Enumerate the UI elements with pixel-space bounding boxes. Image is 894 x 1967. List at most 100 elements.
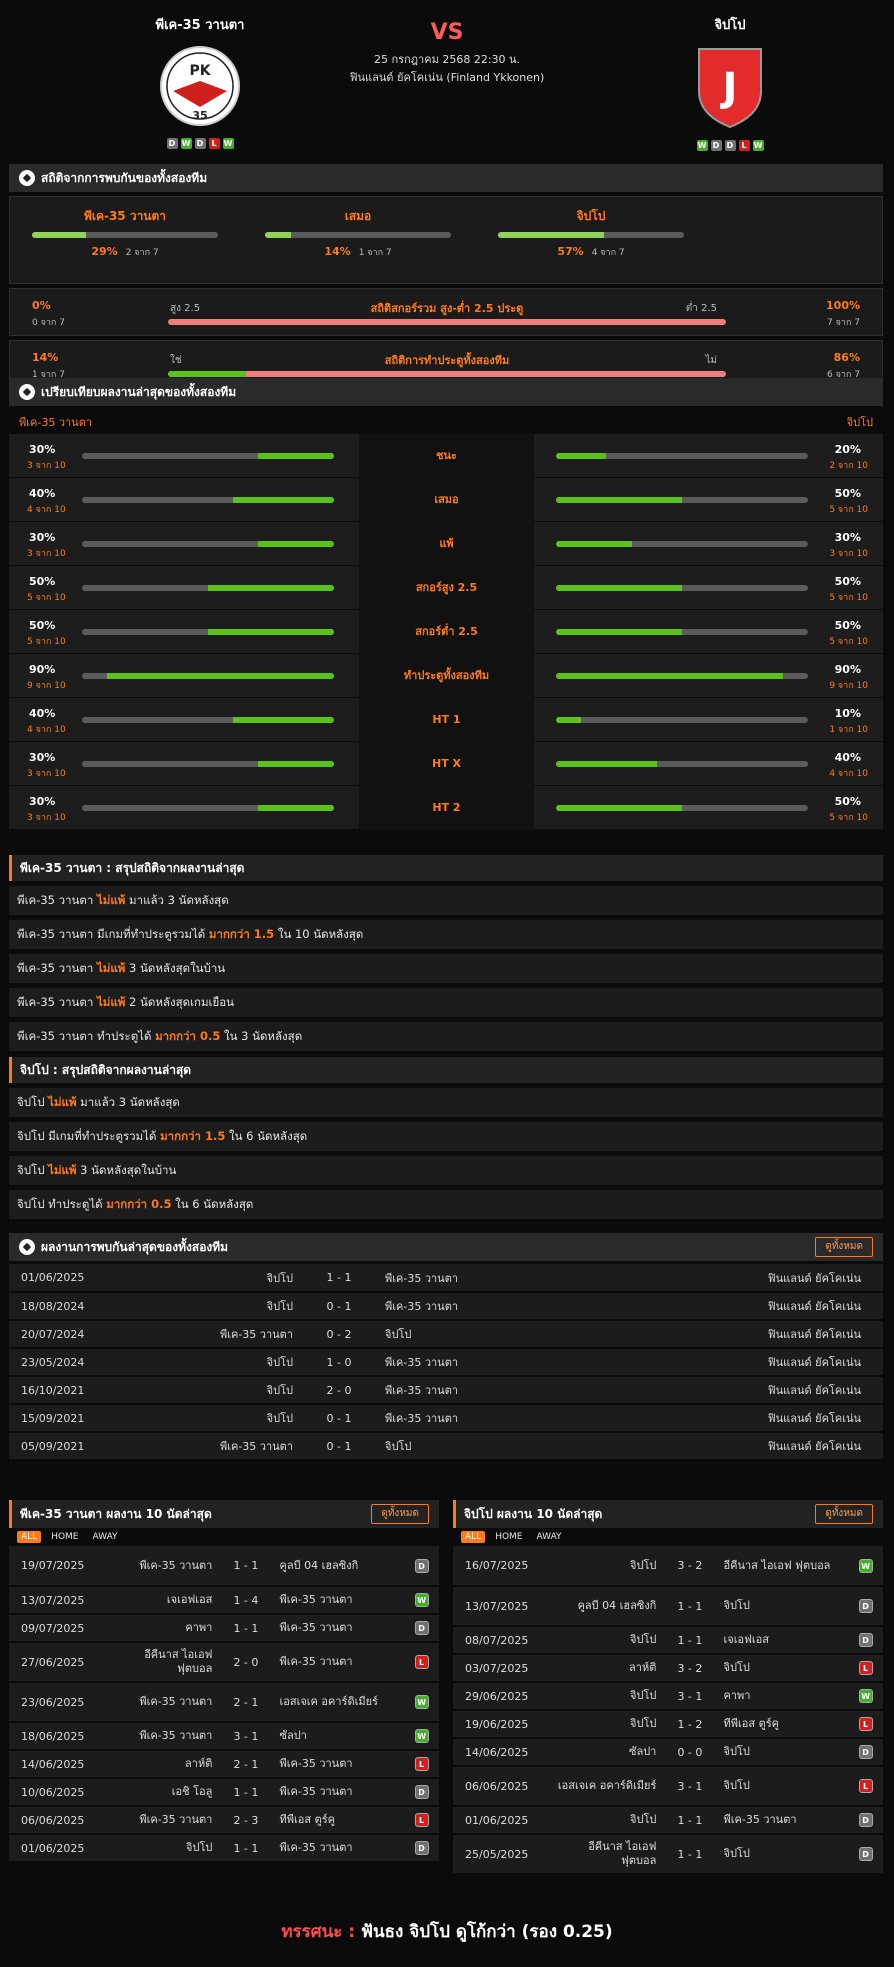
compare-away-fill: [556, 585, 682, 591]
compare-away-bar: [556, 497, 808, 503]
away-team-name: คาพา: [723, 1689, 751, 1702]
filter-tab-home[interactable]: HOME: [47, 1531, 82, 1543]
filter-tab-all[interactable]: ALL: [17, 1531, 42, 1543]
h2h-match-row[interactable]: 01/06/2025 จิปโป 1 - 1 พีเค-35 วานตา ฟินแลนด…: [9, 1264, 883, 1292]
match-date: 15/09/2021: [21, 1411, 85, 1425]
compare-home-pct: 50%: [29, 619, 56, 632]
home-last10-title: พีเค-35 วานตา ผลงาน 10 นัดล่าสุด: [20, 1507, 212, 1521]
compare-away-bar: [556, 585, 808, 591]
home-summary-list: พีเค-35 วานตา ไม่แพ้ มาแล้ว 3 นัดหลังสุด…: [9, 886, 883, 1051]
result-cell: W: [404, 1682, 439, 1722]
recent-match-row[interactable]: 13/07/2025 คูลบี 04 เฮลซิงกิ 1 - 1 จิปโป D: [453, 1586, 883, 1626]
h2h-result-values: 14% 1 จาก 7: [265, 244, 451, 259]
compare-home-fill: [233, 497, 334, 503]
h2h-result-sub: 1 จาก 7: [358, 248, 392, 258]
recent-match-row[interactable]: 18/06/2025 พีเค-35 วานตา 3 - 1 ซัลปา W: [9, 1722, 439, 1750]
compare-row: 40% 4 จาก 10 HT 1 10% 1 จาก 10: [9, 698, 883, 742]
h2h-result-values: 57% 4 จาก 7: [498, 244, 684, 259]
result-badge: W: [414, 1593, 429, 1607]
compare-row: 50% 5 จาก 10 สกอร์สูง 2.5 50% 5 จาก 10: [9, 566, 883, 610]
stat-title: สถิติสกอร์รวม สูง-ต่ำ 2.5 ประตู: [370, 302, 524, 315]
form-badge: W: [222, 138, 234, 149]
stat-bar: [168, 371, 726, 377]
recent-match-row[interactable]: 29/06/2025 จิปโป 3 - 1 คาพา W: [453, 1682, 883, 1710]
match-date: 23/06/2025: [21, 1695, 85, 1709]
match-date: 14/06/2025: [21, 1757, 85, 1771]
match-date: 09/07/2025: [21, 1621, 85, 1635]
summary-text: มาแล้ว 3 นัดหลังสุด: [125, 893, 229, 907]
view-all-away-button[interactable]: ดูทั้งหมด: [815, 1504, 873, 1524]
result-cell: L: [848, 1654, 883, 1682]
away-summary-section: จิปโป : สรุปสถิติจากผลงานล่าสุด จิปโป ไม…: [9, 1057, 883, 1219]
summary-row: พีเค-35 วานตา ไม่แพ้ 2 นัดหลังสุดเกมเยือ…: [9, 988, 883, 1017]
recent-match-row[interactable]: 16/07/2025 จิปโป 3 - 2 อีคีนาส ไอเอฟ ฟุตบอล…: [453, 1546, 883, 1586]
match-score: 2 - 1: [233, 1695, 259, 1709]
away-form: WDDLW: [620, 140, 840, 151]
h2h-match-row[interactable]: 05/09/2021 พีเค-35 วานตา 0 - 1 จิปโป ฟินแลนด…: [9, 1432, 883, 1460]
away-team[interactable]: จิปโป J WDDLW: [620, 14, 840, 151]
summary-row: จิปโป ไม่แพ้ 3 นัดหลังสุดในบ้าน: [9, 1156, 883, 1185]
competition-name: ฟินแลนด์ ยัคโคเน่น: [767, 1271, 861, 1285]
stat-bar-fill: [168, 371, 247, 377]
result-badge: D: [414, 1841, 429, 1855]
filter-tab-all[interactable]: ALL: [461, 1531, 486, 1543]
compare-section: เปรียบเทียบผลงานล่าสุดของทั้งสองทีม พีเค…: [9, 378, 883, 830]
result-cell: L: [404, 1642, 439, 1682]
match-date: 18/06/2025: [21, 1729, 85, 1743]
recent-match-row[interactable]: 25/05/2025 อีคีนาส ไอเอฟ ฟุตบอล 1 - 1 จิปโป…: [453, 1834, 883, 1874]
h2h-match-row[interactable]: 16/10/2021 จิปโป 2 - 0 พีเค-35 วานตา ฟินแลนด…: [9, 1376, 883, 1404]
result-badge: L: [414, 1813, 429, 1827]
recent-match-row[interactable]: 06/06/2025 เอสเจเค อคาร์ดิเมียร์ 3 - 1 จิปโ…: [453, 1766, 883, 1806]
stat-right-pct: 100%: [826, 299, 860, 312]
recent-match-row[interactable]: 10/06/2025 เอชิ โอลู 1 - 1 พีเค-35 วานตา D: [9, 1778, 439, 1806]
stat-right-label: ไม่: [705, 355, 717, 366]
home-team-name: จิปโป: [630, 1717, 657, 1730]
compare-home-bar: [82, 717, 334, 723]
view-all-home-button[interactable]: ดูทั้งหมด: [371, 1504, 429, 1524]
result-cell: L: [404, 1806, 439, 1834]
recent-match-row[interactable]: 13/07/2025 เจเอฟเอส 1 - 4 พีเค-35 วานตา W: [9, 1586, 439, 1614]
h2h-match-row[interactable]: 18/08/2024 จิปโป 0 - 1 พีเค-35 วานตา ฟินแลนด…: [9, 1292, 883, 1320]
home-team-name: เจเอฟเอส: [166, 1593, 213, 1606]
recent-match-row[interactable]: 23/06/2025 พีเค-35 วานตา 2 - 1 เอสเจเค อคาร…: [9, 1682, 439, 1722]
compare-home-sub: 4 จาก 10: [27, 725, 66, 735]
match-date: 25/05/2025: [465, 1847, 529, 1861]
form-badge: W: [696, 140, 708, 151]
h2h-result-label: พีเค-35 วานตา: [83, 209, 167, 223]
result-cell: W: [404, 1586, 439, 1614]
recent-match-row[interactable]: 14/06/2025 ลาห์ติ 2 - 1 พีเค-35 วานตา L: [9, 1750, 439, 1778]
h2h-match-row[interactable]: 23/05/2024 จิปโป 1 - 0 พีเค-35 วานตา ฟินแลนด…: [9, 1348, 883, 1376]
result-badge: D: [858, 1633, 873, 1647]
match-date: 20/07/2024: [21, 1327, 85, 1341]
result-badge: D: [414, 1558, 429, 1573]
match-score: 1 - 1: [233, 1621, 259, 1635]
compare-away-bar: [556, 761, 808, 767]
home-team-name: ซัลปา: [628, 1745, 657, 1758]
away-team-name: พีเค-35 วานตา: [279, 1593, 353, 1606]
away-team-name: พีเค-35 วานตา: [385, 1384, 459, 1397]
h2h-match-row[interactable]: 15/09/2021 จิปโป 0 - 1 พีเค-35 วานตา ฟินแลนด…: [9, 1404, 883, 1432]
home-team-name: ลาห์ติ: [629, 1661, 657, 1674]
filter-tab-home[interactable]: HOME: [491, 1531, 526, 1543]
recent-match-row[interactable]: 01/06/2025 จิปโป 1 - 1 พีเค-35 วานตา D: [453, 1806, 883, 1834]
h2h-matches-section: ผลงานการพบกันล่าสุดของทั้งสองทีม ดูทั้งห…: [9, 1233, 883, 1461]
recent-match-row[interactable]: 19/07/2025 พีเค-35 วานตา 1 - 1 คูลบี 04 เฮล…: [9, 1546, 439, 1586]
result-cell: D: [848, 1586, 883, 1626]
recent-match-row[interactable]: 19/06/2025 จิปโป 1 - 2 ทีพีเอส ตูร์คู L: [453, 1710, 883, 1738]
h2h-matches-header: ผลงานการพบกันล่าสุดของทั้งสองทีม ดูทั้งห…: [9, 1233, 883, 1261]
competition-name: ฟินแลนด์ ยัคโคเน่น: [767, 1440, 861, 1453]
filter-tab-away[interactable]: AWAY: [533, 1531, 566, 1543]
recent-match-row[interactable]: 09/07/2025 คาพา 1 - 1 พีเค-35 วานตา D: [9, 1614, 439, 1642]
view-all-h2h-button[interactable]: ดูทั้งหมด: [815, 1237, 873, 1257]
recent-match-row[interactable]: 01/06/2025 จิปโป 1 - 1 พีเค-35 วานตา D: [9, 1834, 439, 1862]
h2h-match-row[interactable]: 20/07/2024 พีเค-35 วานตา 0 - 2 จิปโป ฟินแลนด…: [9, 1320, 883, 1348]
recent-match-row[interactable]: 14/06/2025 ซัลปา 0 - 0 จิปโป D: [453, 1738, 883, 1766]
recent-match-row[interactable]: 03/07/2025 ลาห์ติ 3 - 2 จิปโป L: [453, 1654, 883, 1682]
filter-tab-away[interactable]: AWAY: [89, 1531, 122, 1543]
match-date: 14/06/2025: [465, 1745, 529, 1759]
recent-match-row[interactable]: 27/06/2025 อีคีนาส ไอเอฟ ฟุตบอล 2 - 0 พีเค-…: [9, 1642, 439, 1682]
recent-match-row[interactable]: 08/07/2025 จิปโป 1 - 1 เจเอฟเอส D: [453, 1626, 883, 1654]
recent-match-row[interactable]: 06/06/2025 พีเค-35 วานตา 2 - 3 ทีพีเอส ตูร์…: [9, 1806, 439, 1834]
compare-home-bar: [82, 761, 334, 767]
summary-text: ใน 6 นัดหลังสุด: [225, 1129, 308, 1143]
